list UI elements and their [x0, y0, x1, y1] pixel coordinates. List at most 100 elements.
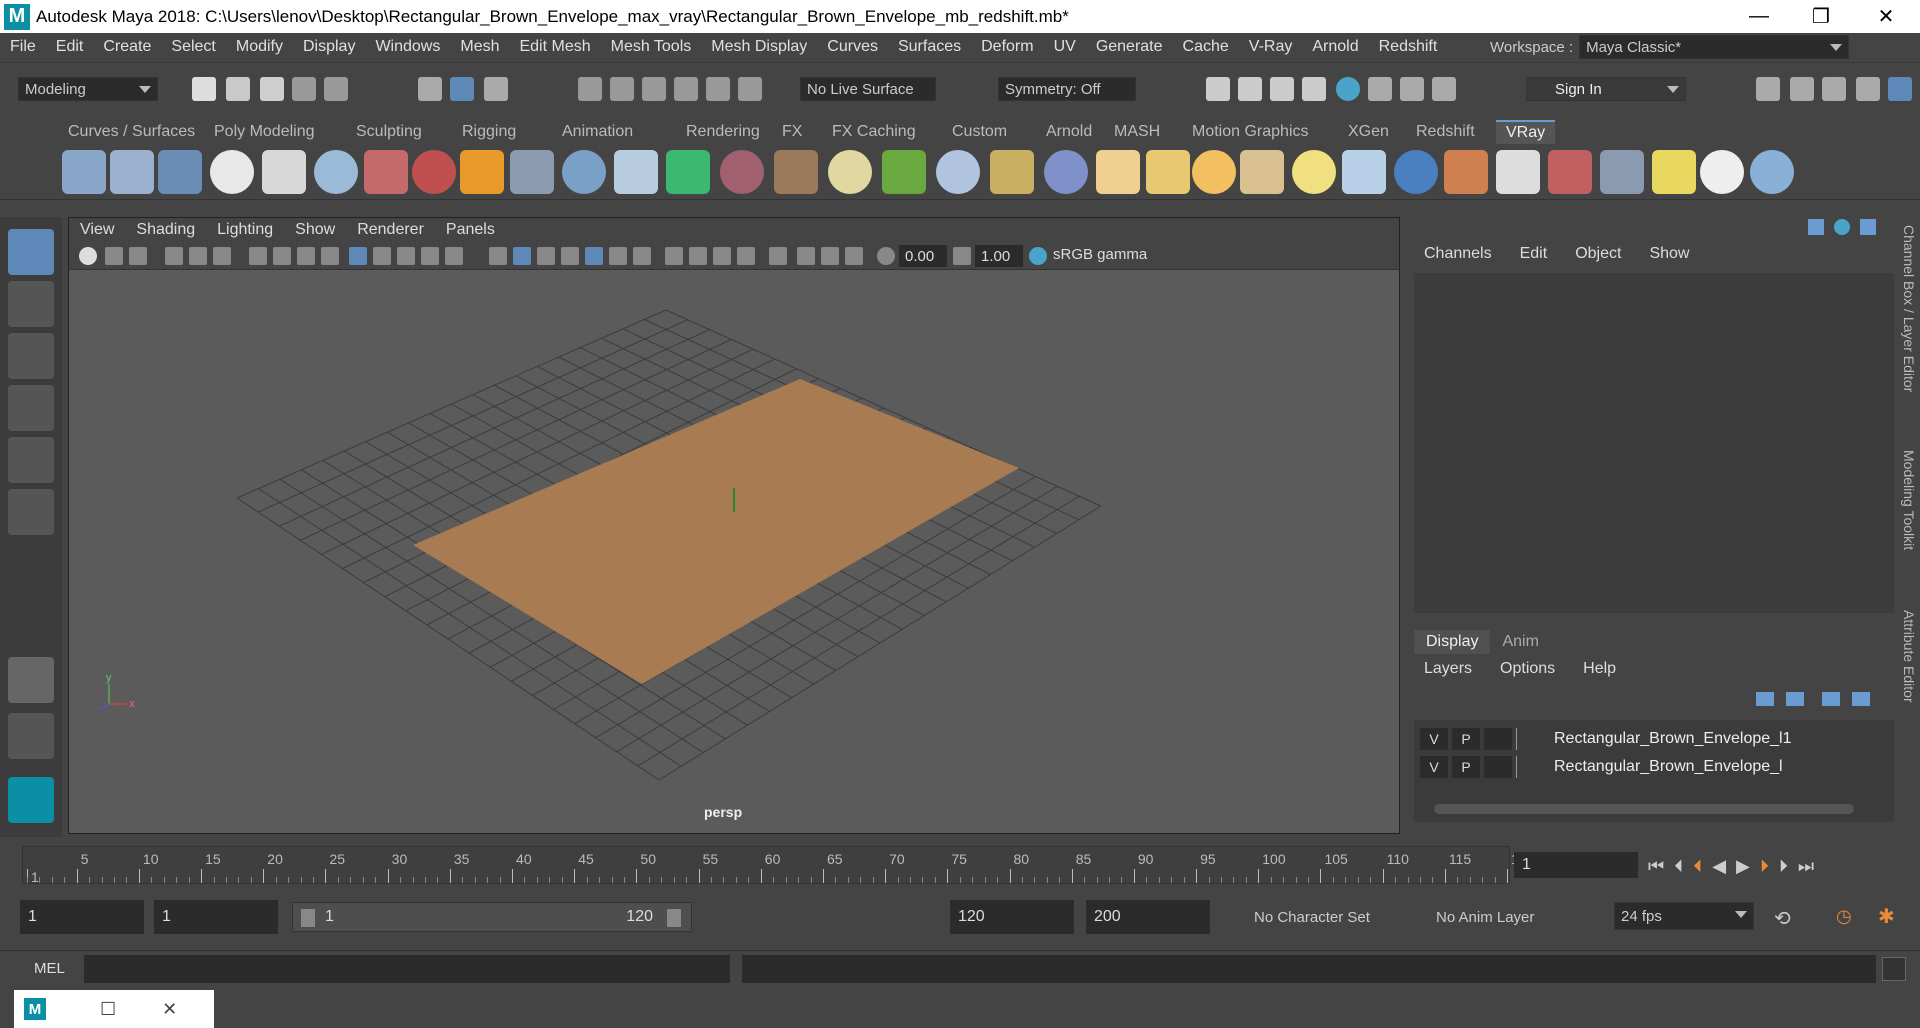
menu-file[interactable]: File [0, 38, 46, 56]
layer-menu-layers[interactable]: Layers [1410, 660, 1486, 678]
shelf-tab-rigging[interactable]: Rigging [452, 120, 526, 144]
layer-tab-display[interactable]: Display [1414, 630, 1491, 654]
tool-settings-icon[interactable] [1856, 77, 1880, 101]
redshift-render-icon[interactable] [1368, 77, 1392, 101]
vray-two-sided-icon[interactable] [1444, 150, 1488, 194]
vray-help-icon[interactable] [1750, 150, 1794, 194]
vray-sphere-icon[interactable] [562, 150, 606, 194]
step-back-key-icon[interactable]: ⏴ [1674, 856, 1683, 877]
sign-in-button[interactable]: Sign In [1526, 77, 1686, 101]
history-icon[interactable] [738, 77, 762, 101]
vray-blend-material-icon[interactable] [412, 150, 456, 194]
tool-settings-icon[interactable] [1860, 219, 1876, 235]
exposure-field[interactable]: 0.00 [899, 245, 947, 267]
menu-select[interactable]: Select [161, 38, 225, 56]
menu-create[interactable]: Create [93, 38, 161, 56]
vray-render-ipr-icon[interactable] [110, 150, 154, 194]
xray-active-icon[interactable] [821, 247, 839, 265]
layer-display-type[interactable] [1484, 728, 1512, 750]
vray-proxy-icon[interactable] [614, 150, 658, 194]
shelf-tab-fx[interactable]: FX [772, 120, 812, 144]
menu-display[interactable]: Display [293, 38, 365, 56]
move-tool-icon[interactable] [8, 385, 54, 431]
vray-settings-icon[interactable] [1600, 150, 1644, 194]
grid-icon[interactable] [349, 247, 367, 265]
anti-aliasing-icon[interactable] [713, 247, 731, 265]
new-scene-icon[interactable] [192, 77, 216, 101]
close-button[interactable]: ✕ [1855, 0, 1917, 33]
mel-label[interactable]: MEL [34, 960, 65, 977]
vray-env-fog-icon[interactable] [666, 150, 710, 194]
vray-physical-camera-icon[interactable] [364, 150, 408, 194]
gamma-field[interactable]: 1.00 [975, 245, 1023, 267]
gate-mask-icon[interactable] [321, 247, 339, 265]
menu-generate[interactable]: Generate [1086, 38, 1173, 56]
shelf-tab-mash[interactable]: MASH [1104, 120, 1170, 144]
shelf-tab-curves-surfaces[interactable]: Curves / Surfaces [58, 120, 205, 144]
vray-vfb-icon[interactable] [1548, 150, 1592, 194]
shelf-tab-motion-graphics[interactable]: Motion Graphics [1182, 120, 1319, 144]
menu-windows[interactable]: Windows [365, 38, 450, 56]
channel-box-menu-object[interactable]: Object [1561, 245, 1635, 263]
vray-scatter-icon[interactable] [936, 150, 980, 194]
menu-arnold[interactable]: Arnold [1302, 38, 1368, 56]
layer-playback-toggle[interactable]: P [1452, 756, 1480, 778]
shelf-tab-animation[interactable]: Animation [552, 120, 643, 144]
camera-attributes-icon[interactable] [105, 247, 123, 265]
viewport-menu-view[interactable]: View [69, 221, 125, 239]
new-layer-selected-icon[interactable] [1852, 692, 1870, 706]
field-chart-icon[interactable] [373, 247, 391, 265]
vray-spot-light-icon[interactable] [1146, 150, 1190, 194]
vray-sun-icon[interactable] [1292, 150, 1336, 194]
move-layer-down-icon[interactable] [1786, 692, 1804, 706]
snap-point-icon[interactable] [642, 77, 666, 101]
layer-name[interactable]: Rectangular_Brown_Envelope_l1 [1554, 730, 1792, 748]
layer-playback-toggle[interactable]: P [1452, 728, 1480, 750]
shadows-icon[interactable] [633, 247, 651, 265]
menu-modify[interactable]: Modify [226, 38, 293, 56]
go-to-end-icon[interactable]: ⏭ [1798, 856, 1814, 877]
undo-icon[interactable] [292, 77, 316, 101]
fps-dropdown[interactable]: 24 fps [1614, 902, 1754, 930]
envelope-mesh[interactable] [413, 379, 1019, 684]
ambient-occlusion-icon[interactable] [665, 247, 683, 265]
menu-set-dropdown[interactable]: Modeling [18, 77, 158, 101]
anim-preferences-icon[interactable]: ✱ [1878, 904, 1895, 929]
snap-grid-icon[interactable] [578, 77, 602, 101]
attribute-editor-icon[interactable] [1822, 77, 1846, 101]
paint-select-tool-icon[interactable] [8, 333, 54, 379]
minimized-window[interactable]: M ☐ ✕ [14, 990, 214, 1028]
shelf-tab-fx-caching[interactable]: FX Caching [822, 120, 926, 144]
wireframe-on-shaded-icon[interactable] [561, 247, 579, 265]
layer-menu-options[interactable]: Options [1486, 660, 1569, 678]
shelf-tab-poly-modeling[interactable]: Poly Modeling [204, 120, 325, 144]
vray-plane-icon[interactable] [510, 150, 554, 194]
symmetry-field[interactable]: Symmetry: Off [998, 77, 1136, 101]
auto-key-icon[interactable]: ◷ [1836, 906, 1852, 927]
menu-v-ray[interactable]: V-Ray [1239, 38, 1303, 56]
menu-mesh[interactable]: Mesh [450, 38, 509, 56]
viewport-menu-panels[interactable]: Panels [435, 221, 506, 239]
channel-box-menu-show[interactable]: Show [1635, 245, 1703, 263]
human-ik-icon[interactable] [1790, 77, 1814, 101]
lasso-tool-icon[interactable] [8, 281, 54, 327]
menu-mesh-display[interactable]: Mesh Display [701, 38, 817, 56]
attribute-icon[interactable] [1834, 219, 1850, 235]
grease-pencil-icon[interactable] [213, 247, 231, 265]
mel-input[interactable] [84, 955, 730, 983]
snap-view-plane-icon[interactable] [674, 77, 698, 101]
snap-curve-icon[interactable] [610, 77, 634, 101]
minimize-button[interactable]: — [1728, 0, 1790, 33]
vray-light-sphere-icon[interactable] [1044, 150, 1088, 194]
menu-mesh-tools[interactable]: Mesh Tools [601, 38, 702, 56]
layer-menu-help[interactable]: Help [1569, 660, 1630, 678]
character-set-dropdown[interactable]: No Character Set [1240, 904, 1402, 930]
current-frame-field[interactable]: 1 [1514, 852, 1638, 878]
move-layer-up-icon[interactable] [1756, 692, 1774, 706]
default-material-icon[interactable] [537, 247, 555, 265]
shelf-tab-arnold[interactable]: Arnold [1036, 120, 1102, 144]
exposure-icon[interactable] [877, 247, 895, 265]
step-forward-key-icon[interactable]: ⏵ [1779, 856, 1788, 877]
layer-tab-anim[interactable]: Anim [1490, 630, 1551, 654]
layer-row[interactable]: V P Rectangular_Brown_Envelope_l1 [1414, 726, 1892, 752]
